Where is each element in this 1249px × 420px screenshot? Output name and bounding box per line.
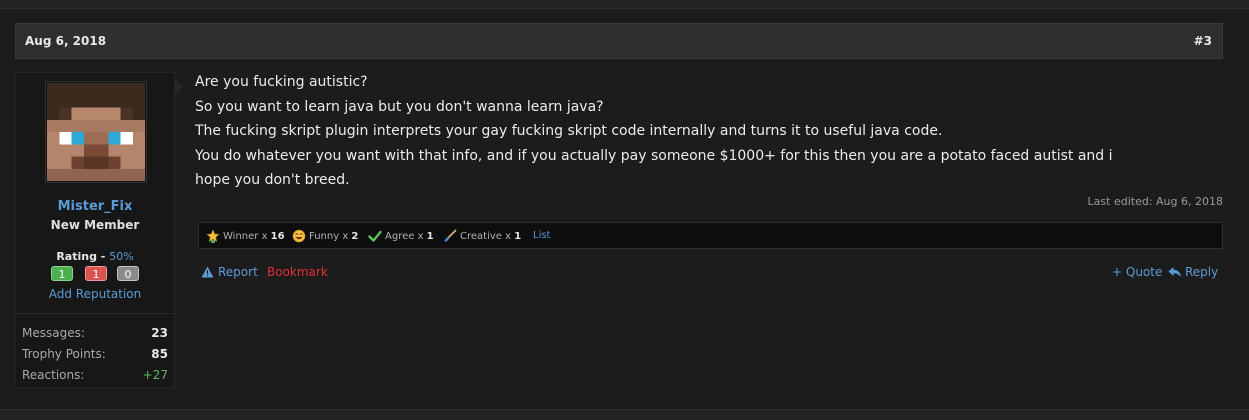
post-actions: Report Bookmark + Quote Reply <box>198 263 1223 281</box>
reaction-label: Winner x <box>223 231 268 242</box>
user-info-panel: Mister_Fix New Member Rating - 50% 1 1 0… <box>15 72 175 388</box>
stat-value[interactable]: 85 <box>151 347 168 361</box>
user-rating: Rating - 50% <box>16 250 174 263</box>
bookmark-button[interactable]: Bookmark <box>267 265 328 279</box>
stat-label: Messages: <box>22 326 85 340</box>
user-panel-arrow <box>175 79 183 95</box>
rating-boxes: 1 1 0 <box>51 266 143 281</box>
reaction-count: 1 <box>514 231 522 242</box>
winner-medal-icon <box>206 229 220 243</box>
reaction-count: 2 <box>351 231 359 242</box>
warning-triangle-icon <box>201 266 214 278</box>
user-avatar[interactable] <box>45 81 147 183</box>
minecraft-steve-avatar-icon <box>47 83 145 181</box>
message-line: Are you fucking autistic? <box>195 74 368 90</box>
message-line: You do whatever you want with that info,… <box>195 147 1113 164</box>
stats-divider <box>16 313 174 314</box>
next-post-edge <box>0 409 1249 420</box>
reaction-agree[interactable]: Agree x 1 <box>368 229 434 243</box>
creative-brush-icon <box>444 229 457 242</box>
post-message: Are you fucking autistic? So you want to… <box>195 70 1223 193</box>
top-edge <box>0 0 1249 9</box>
message-line: hope you don't breed. <box>195 172 350 188</box>
reaction-label: Creative x <box>460 231 512 242</box>
last-edited-note: Last edited: Aug 6, 2018 <box>1087 195 1223 208</box>
reaction-label: Agree x <box>385 231 424 242</box>
rating-percent: 50% <box>109 250 134 263</box>
message-line: The fucking skript plugin interprets you… <box>195 123 943 139</box>
reply-label: Reply <box>1185 265 1219 279</box>
reply-arrow-icon <box>1168 267 1181 277</box>
funny-face-icon <box>292 229 306 243</box>
reactions-bar: Winner x 16 Funny x 2 Agree x 1 Creative… <box>198 222 1223 249</box>
stat-label: Trophy Points: <box>22 347 106 361</box>
user-title: New Member <box>50 218 140 232</box>
stat-label: Reactions: <box>22 368 85 382</box>
reaction-count: 1 <box>426 231 434 242</box>
reply-button[interactable]: Reply <box>1168 265 1218 279</box>
stat-value: 23 <box>151 326 168 340</box>
report-button[interactable]: Report <box>201 265 258 279</box>
message-line: So you want to learn java but you don't … <box>195 98 604 115</box>
positive-rating-badge[interactable]: 1 <box>51 266 73 281</box>
reaction-funny[interactable]: Funny x 2 <box>292 229 358 243</box>
stat-value: +27 <box>142 368 168 382</box>
agree-check-icon <box>368 230 382 242</box>
forum-post: Aug 6, 2018 #3 Mister_Fix New Member Rat… <box>15 23 1223 393</box>
post-header: Aug 6, 2018 #3 <box>15 23 1223 59</box>
reaction-winner[interactable]: Winner x 16 <box>206 229 285 243</box>
report-label: Report <box>218 265 258 279</box>
post-number[interactable]: #3 <box>1194 34 1212 48</box>
reaction-creative[interactable]: Creative x 1 <box>443 229 521 243</box>
add-reputation-link[interactable]: Add Reputation <box>16 287 174 301</box>
reaction-label: Funny x <box>309 231 349 242</box>
username-link[interactable]: Mister_Fix <box>16 199 174 214</box>
quote-button[interactable]: + Quote <box>1112 265 1162 279</box>
neutral-rating-badge[interactable]: 0 <box>117 266 139 281</box>
rating-label: Rating - <box>56 250 106 263</box>
negative-rating-badge[interactable]: 1 <box>85 266 107 281</box>
post-date[interactable]: Aug 6, 2018 <box>25 34 106 48</box>
reactions-list-link[interactable]: List <box>533 229 550 243</box>
reaction-count: 16 <box>270 231 285 242</box>
